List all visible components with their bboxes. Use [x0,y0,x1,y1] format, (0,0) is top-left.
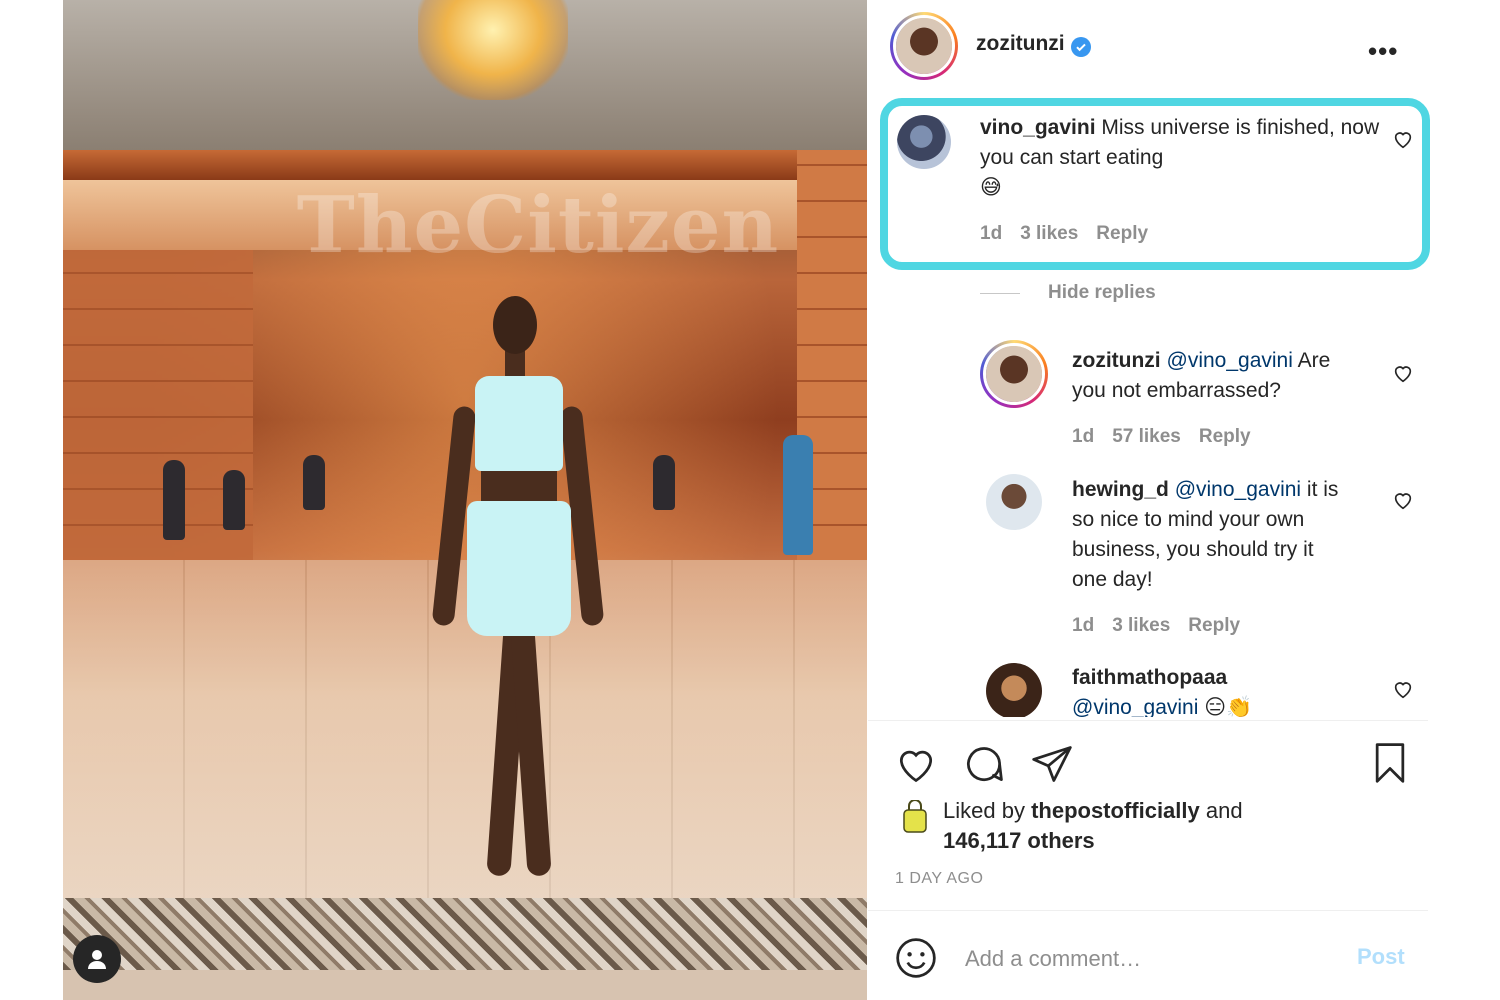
reply-age: 1d [1072,426,1095,447]
person-icon [88,950,106,969]
replies-divider-line [980,293,1020,294]
floor-edge [63,970,867,1000]
reply-clip: faithmathopaaa @vino_gavini 😑👏 [868,655,1428,717]
reply-button[interactable]: Reply [1199,426,1251,447]
post-header: zozitunzi ••• [868,0,1428,92]
post-photo[interactable]: TheCitizen [63,0,867,1000]
ceiling-beam [63,150,867,180]
liker-avatar[interactable] [900,800,930,834]
granite-strip [63,898,867,970]
reply-mention[interactable]: @vino_gavini [1175,478,1301,501]
reply-likes[interactable]: 3 likes [1112,615,1170,636]
background-person [653,455,675,510]
like-reply-heart-icon[interactable] [1392,489,1414,511]
like-reply-heart-icon[interactable] [1392,362,1414,384]
reply-likes[interactable]: 57 likes [1112,426,1181,447]
comment-emoji: 😅 [980,176,1002,199]
liked-by-prefix: Liked by [943,798,1032,823]
comment-likes[interactable]: 3 likes [1020,223,1078,244]
reply-text: Are [1292,349,1331,372]
likes-count[interactable]: 146,117 others [943,828,1095,853]
background-person [783,435,813,555]
background-person [303,455,325,510]
share-paper-plane-icon[interactable] [1030,742,1074,786]
reply-username[interactable]: faithmathopaaa [1072,666,1227,689]
comment-age: 1d [980,223,1003,244]
like-comment-heart-icon[interactable] [1392,128,1414,150]
section-divider [868,720,1428,721]
reply-mention[interactable]: @vino_gavini [1072,696,1198,717]
hide-replies-button[interactable]: Hide replies [1048,282,1156,304]
reply-mention[interactable]: @vino_gavini [1167,349,1293,372]
add-comment-row: Post [868,930,1428,990]
post-comment-button[interactable]: Post [1357,944,1405,970]
liked-by-user[interactable]: thepostofficially [1031,798,1200,823]
background-person [223,470,245,530]
post-timestamp[interactable]: 1 DAY AGO [895,870,983,888]
reply-text: you not embarrassed? [1072,379,1281,402]
action-bar [868,740,1428,790]
chandelier [418,0,568,100]
author-avatar[interactable] [890,12,958,80]
section-divider [868,910,1428,911]
reply-avatar[interactable] [986,663,1042,717]
reply-age: 1d [1072,615,1095,636]
author-username[interactable]: zozitunzi [976,32,1065,55]
reply-item: hewing_d @vino_gavini it is so nice to m… [1072,475,1372,637]
reply-username[interactable]: hewing_d [1072,478,1169,501]
reply-item: zozitunzi @vino_gavini Are you not embar… [1072,346,1372,448]
model-figure [431,296,605,896]
reply-avatar[interactable] [986,474,1042,530]
reply-text: so nice to mind your own [1072,508,1305,531]
liked-by-and: and [1199,798,1243,823]
emoji-smiley-icon[interactable] [894,936,938,980]
reply-text: business, you should try it [1072,538,1314,561]
reply-item: faithmathopaaa @vino_gavini 😑👏 [1072,663,1372,717]
reply-username[interactable]: zozitunzi [1072,349,1161,372]
reply-avatar[interactable] [980,340,1048,408]
reply-button[interactable]: Reply [1096,223,1148,244]
save-bookmark-icon[interactable] [1368,740,1412,786]
liked-by-summary: Liked by thepostofficially and 146,117 o… [943,796,1243,856]
reply-emoji: 😑👏 [1204,696,1253,717]
verified-badge-icon [1070,37,1091,57]
like-reply-heart-icon[interactable] [1392,678,1414,700]
like-heart-icon[interactable] [894,742,938,786]
background-person [163,460,185,540]
commenter-avatar[interactable] [897,115,951,169]
tagged-user-icon[interactable] [73,935,121,983]
add-comment-input[interactable] [963,942,1337,976]
watermark: TheCitizen [296,180,780,271]
comment-bubble-icon[interactable] [962,742,1006,786]
reply-text: it is [1301,478,1339,501]
reply-text: one day! [1072,568,1153,591]
comment-item: vino_gavini Miss universe is finished, n… [980,113,1390,245]
more-options-icon[interactable]: ••• [1368,36,1398,67]
post-side-panel: zozitunzi ••• vino_gavini Miss universe … [868,0,1500,1000]
comment-username[interactable]: vino_gavini [980,116,1096,139]
reply-button[interactable]: Reply [1188,615,1240,636]
